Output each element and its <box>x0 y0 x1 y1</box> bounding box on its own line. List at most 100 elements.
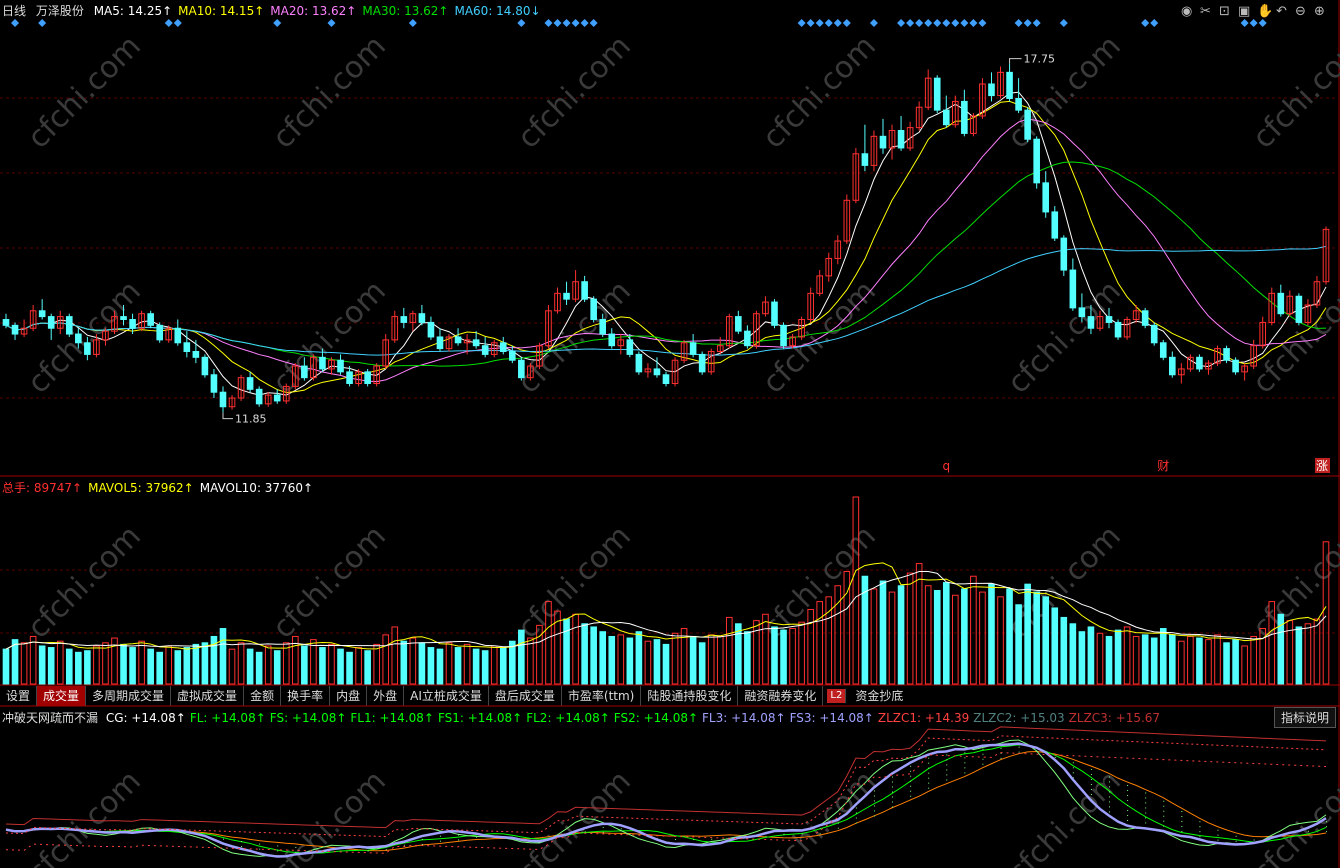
candle-body <box>816 275 824 294</box>
volume-bar <box>1015 604 1022 685</box>
tab-5[interactable]: 换手率 <box>281 686 331 706</box>
candle-body <box>1304 304 1312 323</box>
watermark-text: cfchi.com <box>266 29 393 156</box>
lock-icon[interactable]: ⊡ <box>1219 4 1230 19</box>
candle-body <box>1268 292 1276 323</box>
candle-body <box>680 342 688 361</box>
volume-bar <box>282 642 290 685</box>
candle-body <box>499 342 507 352</box>
watermark-layer: cfchi.com cfchi.com cfchi.com cfchi.com cfch… <box>21 29 1340 868</box>
candle-body <box>942 109 950 126</box>
signal-diamond <box>408 19 417 27</box>
scissors-icon[interactable]: ✂ <box>1200 4 1211 19</box>
l2-badge: L2 <box>827 689 847 703</box>
candle-body <box>1123 319 1131 338</box>
candle <box>753 310 760 349</box>
tab-9[interactable]: 盘后成交量 <box>489 686 562 706</box>
candle-body <box>536 345 543 367</box>
volume-bar <box>138 640 145 685</box>
indicator-dot <box>1326 821 1327 823</box>
volume-bar <box>1150 637 1158 685</box>
candle <box>472 331 480 349</box>
indicator-dot <box>1109 781 1111 783</box>
indicator-dot <box>1018 746 1020 748</box>
tab-12[interactable]: 融资融券变化 <box>738 686 824 706</box>
indicator-dot <box>711 838 713 840</box>
tab-7[interactable]: 外盘 <box>367 686 405 706</box>
volume-bar <box>1313 618 1321 685</box>
indicator-value-9: ZLZC1: +14.39 <box>877 711 970 725</box>
candle-body <box>1259 321 1267 347</box>
zoom-in-icon[interactable]: ⊕ <box>1314 4 1325 19</box>
indicator-dot <box>1090 789 1092 791</box>
signal-diamond <box>933 19 942 27</box>
candle-body <box>843 199 851 242</box>
volume-bar <box>382 634 390 685</box>
candle <box>192 339 200 364</box>
tab-0[interactable]: 设置 <box>0 686 38 706</box>
candle-body <box>246 377 254 390</box>
candle <box>1205 360 1212 375</box>
candle-body <box>65 316 73 335</box>
high-pointer <box>1009 58 1022 64</box>
indicator-dot <box>1217 839 1219 841</box>
volume-bar <box>961 588 968 685</box>
candle-body <box>644 368 652 373</box>
eye-icon[interactable]: ◉ <box>1181 4 1192 19</box>
candle <box>147 310 154 329</box>
volume-bar <box>75 651 82 685</box>
indicator-dot <box>1199 821 1201 823</box>
indicator-dot <box>1109 806 1111 808</box>
tab-4[interactable]: 金额 <box>244 686 282 706</box>
tab-10[interactable]: 市盈率(ttm) <box>562 686 642 706</box>
volume-bar <box>1096 632 1104 685</box>
tab-11[interactable]: 陆股通持股变化 <box>641 686 739 706</box>
tab-6[interactable]: 内盘 <box>330 686 368 706</box>
indicator-dot <box>241 841 243 843</box>
indicator-dot <box>1326 826 1327 828</box>
volume-bar <box>870 588 878 685</box>
indicator-dot <box>928 782 930 784</box>
indicator-dot <box>1072 767 1074 769</box>
candle-body <box>29 310 37 329</box>
volume-bar <box>310 639 317 685</box>
tab-8[interactable]: AI立桩成交量 <box>404 686 489 706</box>
volume-bar <box>328 643 335 685</box>
indicator-help-button[interactable]: 指标说明 <box>1273 707 1336 728</box>
zoom-out-icon[interactable]: ⊖ <box>1295 4 1306 19</box>
candle-body <box>463 339 471 344</box>
undo-icon[interactable]: ↶ <box>1276 4 1287 19</box>
watermark-text: cfchi.com <box>21 519 148 646</box>
tab-3[interactable]: 虚拟成交量 <box>171 686 245 706</box>
chart-canvas[interactable]: cfchi.com cfchi.com cfchi.com cfchi.com cfch… <box>0 0 1340 868</box>
candle-body <box>1223 348 1230 361</box>
indicator-dot <box>1163 825 1165 827</box>
candle <box>1042 171 1050 218</box>
candle <box>536 342 543 369</box>
indicator-dot <box>1145 792 1147 794</box>
volume-bar <box>635 631 643 685</box>
hand-icon[interactable]: ✋ <box>1257 4 1273 19</box>
candle <box>373 363 380 387</box>
indicator-dot <box>964 762 966 764</box>
watermark-text: cfchi.com <box>756 519 883 646</box>
candle-body <box>707 351 715 373</box>
volume-bar <box>1205 639 1212 685</box>
indicator-dot <box>1127 824 1129 826</box>
save-icon[interactable]: ▣ <box>1238 4 1250 19</box>
candle <box>102 328 109 346</box>
volume-bar <box>599 631 607 685</box>
indicator-dot <box>910 790 912 792</box>
tab-1[interactable]: 成交量 <box>37 686 87 706</box>
tab-13[interactable]: 资金抄底 <box>849 686 909 706</box>
candle-body <box>798 319 805 338</box>
tab-2[interactable]: 多周期成交量 <box>86 686 172 706</box>
signal-diamond <box>951 19 960 27</box>
candle-body <box>1322 228 1330 283</box>
indicator-dot <box>259 848 261 850</box>
indicator-dot <box>928 767 930 769</box>
volume-bar <box>671 632 679 685</box>
indicator-dot <box>1181 816 1183 818</box>
candle-body <box>861 153 869 166</box>
candle <box>581 275 588 303</box>
